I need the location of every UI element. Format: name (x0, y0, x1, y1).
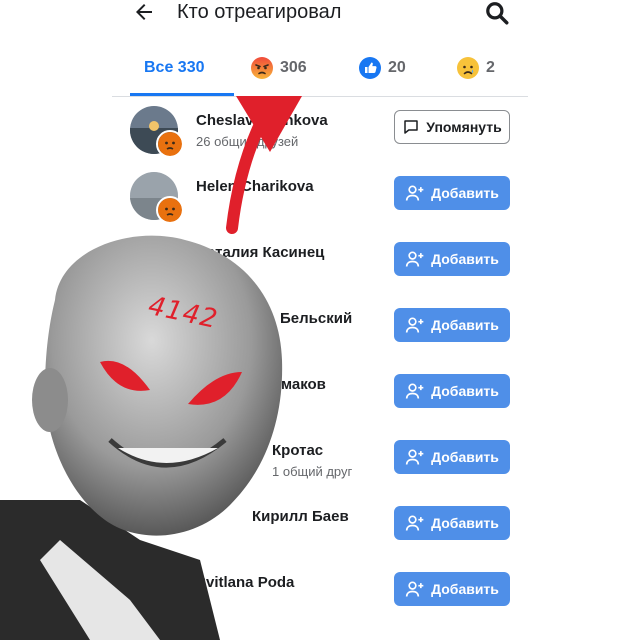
add-friend-label: Добавить (431, 185, 499, 201)
angry-reaction-badge-icon (156, 196, 184, 224)
user-name[interactable]: Кирилл Баев (252, 508, 349, 525)
list-item[interactable]: Кирилл Баев Добавить (112, 496, 528, 562)
user-name[interactable]: Бельский (280, 310, 352, 327)
add-friend-button[interactable]: Добавить (394, 572, 510, 606)
speech-bubble-icon (404, 120, 419, 134)
add-friend-label: Добавить (431, 581, 499, 597)
list-item[interactable]: Svitlana Poda Добавить (112, 562, 528, 628)
add-friend-button[interactable]: Добавить (394, 374, 510, 408)
add-friend-button[interactable]: Добавить (394, 308, 510, 342)
add-user-icon (405, 185, 424, 201)
add-friend-label: Добавить (431, 383, 499, 399)
add-user-icon (405, 317, 424, 333)
tab-sad[interactable]: 2 (456, 54, 495, 82)
add-friend-label: Добавить (431, 251, 499, 267)
tab-angry[interactable]: 306 (250, 54, 307, 82)
list-item[interactable]: Наталия Касинец Добавить (112, 232, 528, 298)
user-name[interactable]: Ермаков (262, 376, 326, 393)
add-user-icon (405, 449, 424, 465)
sad-emoji-icon (457, 57, 479, 79)
active-tab-indicator (130, 93, 234, 96)
add-user-icon (405, 383, 424, 399)
search-icon[interactable] (484, 0, 510, 26)
add-friend-label: Добавить (431, 317, 499, 333)
add-user-icon (405, 581, 424, 597)
angry-emoji-icon (251, 57, 273, 79)
tab-all[interactable]: Все 330 (144, 54, 205, 82)
user-name[interactable]: Svitlana Poda (196, 574, 294, 591)
mutual-friends: 1 общий друг (272, 464, 353, 479)
add-friend-button[interactable]: Добавить (394, 176, 510, 210)
user-name[interactable]: Наталия Касинец (196, 244, 324, 261)
list-item[interactable]: Кротас 1 общий друг Добавить (112, 430, 528, 496)
tab-angry-count: 306 (280, 59, 307, 76)
add-friend-label: Добавить (431, 449, 499, 465)
list-item[interactable]: Helen Charikova Добавить (112, 166, 528, 232)
top-bar: Кто отреагировал (112, 0, 528, 34)
user-name[interactable]: Helen Charikova (196, 178, 314, 195)
list-item[interactable]: Cheslava Slinkova 26 общих друзей Упомян… (112, 100, 528, 166)
tab-like-count: 20 (388, 59, 406, 76)
tab-all-label: Все 330 (144, 59, 205, 76)
back-arrow-icon[interactable] (132, 0, 156, 24)
add-friend-button[interactable]: Добавить (394, 242, 510, 276)
reaction-tabs: Все 330 306 20 2 (112, 40, 528, 97)
user-name[interactable]: Cheslava Slinkova (196, 112, 328, 129)
mention-button[interactable]: Упомянуть (394, 110, 510, 144)
add-user-icon (405, 515, 424, 531)
add-friend-button[interactable]: Добавить (394, 506, 510, 540)
mention-button-label: Упомянуть (426, 119, 502, 135)
add-friend-button[interactable]: Добавить (394, 440, 510, 474)
mutual-friends: 26 общих друзей (196, 134, 299, 149)
add-user-icon (405, 251, 424, 267)
list-item[interactable]: Ермаков Добавить (112, 364, 528, 430)
like-emoji-icon (359, 57, 381, 79)
add-friend-label: Добавить (431, 515, 499, 531)
page-title: Кто отреагировал (177, 1, 342, 23)
tab-sad-count: 2 (486, 59, 495, 76)
tab-like[interactable]: 20 (358, 54, 406, 82)
angry-reaction-badge-icon (156, 130, 184, 158)
user-name[interactable]: Кротас (272, 442, 323, 459)
